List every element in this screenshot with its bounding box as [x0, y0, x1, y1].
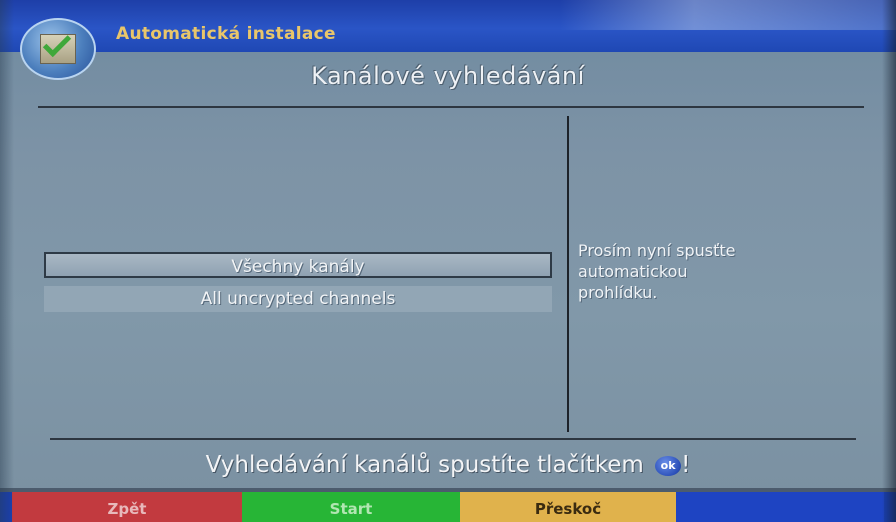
blue-button[interactable]	[676, 492, 884, 522]
app-title: Automatická instalace	[116, 24, 336, 44]
bottom-divider	[50, 438, 856, 440]
top-divider	[38, 106, 864, 108]
hint-message: Vyhledávání kanálů spustíte tlačítkem	[205, 452, 644, 478]
info-panel: Prosím nyní spusťte automatickou prohlíd…	[578, 240, 848, 303]
screen-edge-left	[0, 0, 14, 522]
info-line-1: Prosím nyní spusťte	[578, 241, 736, 260]
hint-text: Vyhledávání kanálů spustíte tlačítkem ok…	[0, 452, 896, 478]
screen-edge-right	[882, 0, 896, 522]
ok-button-icon: ok	[655, 456, 682, 476]
skip-button[interactable]: Přeskoč	[460, 492, 676, 522]
hint-suffix: !	[681, 452, 691, 478]
vertical-divider	[567, 116, 569, 432]
info-line-2: automatickou	[578, 262, 688, 281]
tv-menu-screen: Automatická instalace Kanálové vyhledává…	[0, 0, 896, 522]
channel-option-uncrypted[interactable]: All uncrypted channels	[44, 286, 552, 312]
info-line-3: prohlídku.	[578, 283, 658, 302]
channel-option-all[interactable]: Všechny kanály	[44, 252, 552, 278]
start-button[interactable]: Start	[242, 492, 460, 522]
back-button[interactable]: Zpět	[12, 492, 242, 522]
screen-glare	[560, 0, 896, 30]
page-title: Kanálové vyhledávání	[311, 62, 585, 90]
